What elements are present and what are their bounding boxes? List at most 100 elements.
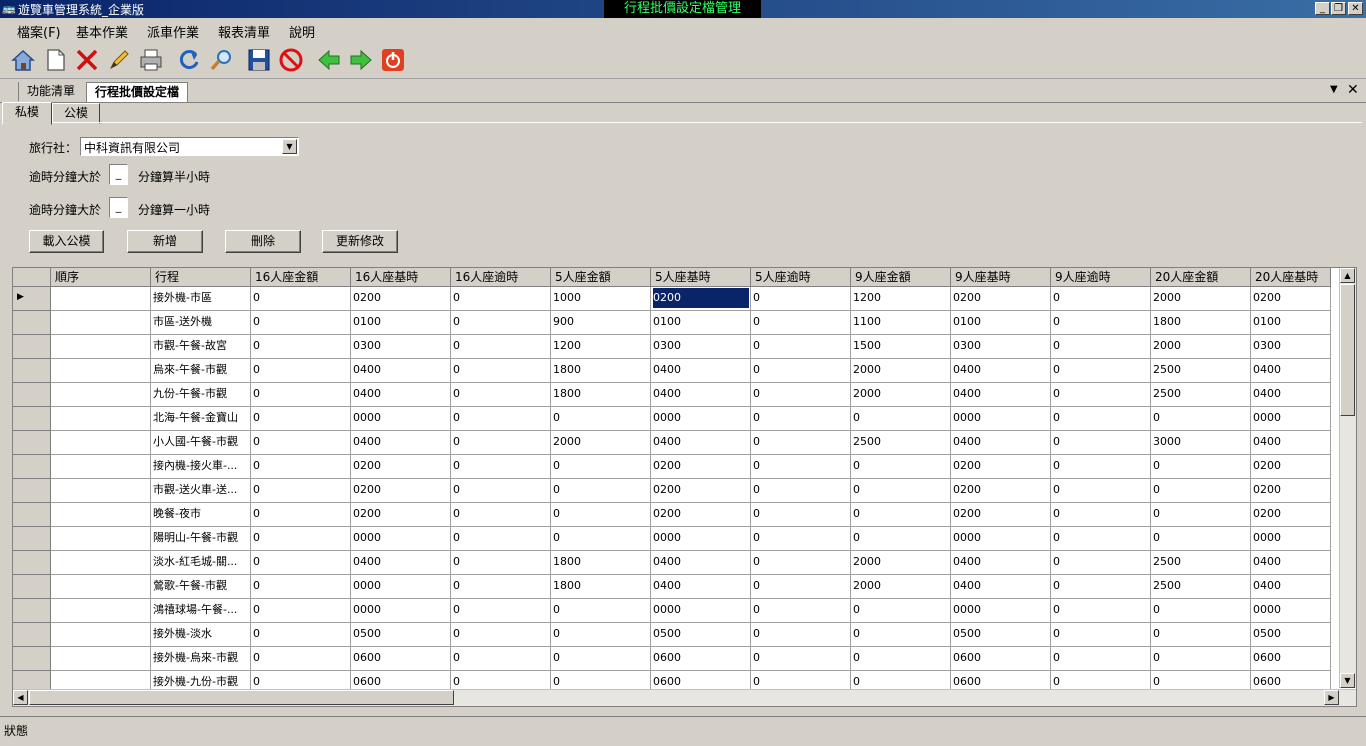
row-header[interactable]	[13, 407, 51, 431]
table-cell[interactable]: 0500	[651, 623, 751, 647]
row-header[interactable]	[13, 599, 51, 623]
table-cell[interactable]: 0	[1151, 647, 1251, 671]
table-cell[interactable]: 0	[751, 431, 851, 455]
table-cell[interactable]: 0100	[1251, 311, 1331, 335]
table-cell[interactable]: 0400	[351, 431, 451, 455]
table-cell[interactable]: 0100	[951, 311, 1051, 335]
table-cell[interactable]: 0	[251, 383, 351, 407]
table-cell[interactable]: 0	[451, 287, 551, 311]
table-cell[interactable]: 0400	[1251, 551, 1331, 575]
table-cell[interactable]: 0200	[651, 455, 751, 479]
table-cell[interactable]: 0200	[951, 503, 1051, 527]
table-cell[interactable]: 0	[451, 551, 551, 575]
table-cell[interactable]: 0	[751, 599, 851, 623]
table-cell[interactable]: 小人國-午餐-市觀	[151, 431, 251, 455]
new-button[interactable]	[40, 45, 70, 75]
row-header[interactable]	[13, 431, 51, 455]
home-button[interactable]	[8, 45, 38, 75]
table-cell[interactable]: 0	[251, 575, 351, 599]
update-button[interactable]: 更新修改	[322, 230, 398, 253]
table-cell[interactable]: 0000	[351, 527, 451, 551]
column-header[interactable]: 16人座金額	[251, 268, 351, 287]
table-cell[interactable]: 0	[251, 407, 351, 431]
table-cell[interactable]: 0	[551, 503, 651, 527]
table-cell[interactable]: 2000	[851, 575, 951, 599]
column-header[interactable]: 5人座基時	[651, 268, 751, 287]
table-cell[interactable]: 0	[1051, 551, 1151, 575]
table-cell[interactable]: 1200	[851, 287, 951, 311]
agency-select[interactable]: 中科資訊有限公司 ▼	[80, 137, 299, 156]
table-cell[interactable]: 0	[1051, 575, 1151, 599]
table-cell[interactable]	[51, 575, 151, 599]
table-cell[interactable]: 0000	[1251, 407, 1331, 431]
table-cell[interactable]: 0200	[1251, 479, 1331, 503]
row-header[interactable]	[13, 503, 51, 527]
table-cell[interactable]: 0	[751, 359, 851, 383]
table-cell[interactable]: 0	[251, 359, 351, 383]
table-cell[interactable]	[51, 623, 151, 647]
table-cell[interactable]: 0	[751, 647, 851, 671]
table-cell[interactable]: 0	[551, 407, 651, 431]
table-cell[interactable]: 0	[251, 551, 351, 575]
column-header[interactable]: 16人座基時	[351, 268, 451, 287]
delete-record-button[interactable]: 刪除	[225, 230, 301, 253]
table-cell[interactable]: 0	[1051, 407, 1151, 431]
table-cell[interactable]: 0	[1051, 383, 1151, 407]
pricing-grid[interactable]: 順序 行程 16人座金額 16人座基時 16人座逾時 5人座金額 5人座基時 5人座逾時 9人座…	[12, 267, 1357, 707]
column-header[interactable]: 20人座金額	[1151, 268, 1251, 287]
table-cell[interactable]: 0	[451, 455, 551, 479]
table-cell[interactable]: 0200	[951, 287, 1051, 311]
table-cell[interactable]: 接內機-接火車-...	[151, 455, 251, 479]
table-cell[interactable]	[51, 287, 151, 311]
table-cell[interactable]: 0400	[951, 383, 1051, 407]
table-cell[interactable]: 北海-午餐-金寶山	[151, 407, 251, 431]
table-cell[interactable]: 0400	[1251, 431, 1331, 455]
horizontal-scroll-thumb[interactable]	[29, 690, 454, 705]
table-cell[interactable]: 0	[751, 311, 851, 335]
table-cell[interactable]: 0	[851, 527, 951, 551]
print-button[interactable]	[136, 45, 166, 75]
table-cell[interactable]	[51, 311, 151, 335]
table-cell[interactable]: 0400	[1251, 359, 1331, 383]
table-cell[interactable]: 0400	[951, 551, 1051, 575]
table-cell[interactable]: 0	[751, 479, 851, 503]
table-cell[interactable]: 0	[1051, 311, 1151, 335]
exit-button[interactable]	[378, 45, 408, 75]
table-cell[interactable]: 0500	[1251, 623, 1331, 647]
table-cell[interactable]: 0500	[351, 623, 451, 647]
table-cell[interactable]: 0	[451, 623, 551, 647]
table-cell[interactable]: 市區-送外機	[151, 311, 251, 335]
vertical-scrollbar[interactable]: ▲ ▼	[1339, 268, 1356, 688]
table-cell[interactable]: 0	[1151, 503, 1251, 527]
table-cell[interactable]: 1000	[551, 287, 651, 311]
table-cell[interactable]: 0200	[1251, 287, 1331, 311]
table-cell[interactable]: 0600	[351, 647, 451, 671]
table-cell[interactable]: 0	[251, 431, 351, 455]
table-cell[interactable]: 1800	[551, 359, 651, 383]
table-cell[interactable]: 0300	[1251, 335, 1331, 359]
table-cell[interactable]: 0600	[951, 647, 1051, 671]
table-cell[interactable]: 0	[251, 335, 351, 359]
menu-basic[interactable]: 基本作業	[76, 22, 128, 41]
table-cell[interactable]: 0	[251, 527, 351, 551]
table-cell[interactable]	[51, 431, 151, 455]
table-cell[interactable]: 0	[451, 335, 551, 359]
row-header[interactable]	[13, 527, 51, 551]
column-header[interactable]: 5人座逾時	[751, 268, 851, 287]
column-header[interactable]: 9人座金額	[851, 268, 951, 287]
table-cell[interactable]: 0	[551, 647, 651, 671]
table-cell[interactable]: 0000	[651, 407, 751, 431]
table-cell[interactable]: 2500	[1151, 575, 1251, 599]
back-button[interactable]	[314, 45, 344, 75]
table-cell[interactable]: 0	[1051, 455, 1151, 479]
table-cell[interactable]: 0	[1051, 647, 1151, 671]
table-cell[interactable]: 0	[1051, 527, 1151, 551]
scroll-right-icon[interactable]: ▶	[1324, 690, 1339, 705]
table-cell[interactable]: 0	[251, 647, 351, 671]
table-cell[interactable]: 0000	[951, 599, 1051, 623]
table-cell[interactable]: 市觀-午餐-故宮	[151, 335, 251, 359]
table-cell[interactable]: 0400	[1251, 575, 1331, 599]
table-cell[interactable]: 1200	[551, 335, 651, 359]
row-header[interactable]	[13, 455, 51, 479]
table-cell[interactable]: 0	[1151, 479, 1251, 503]
